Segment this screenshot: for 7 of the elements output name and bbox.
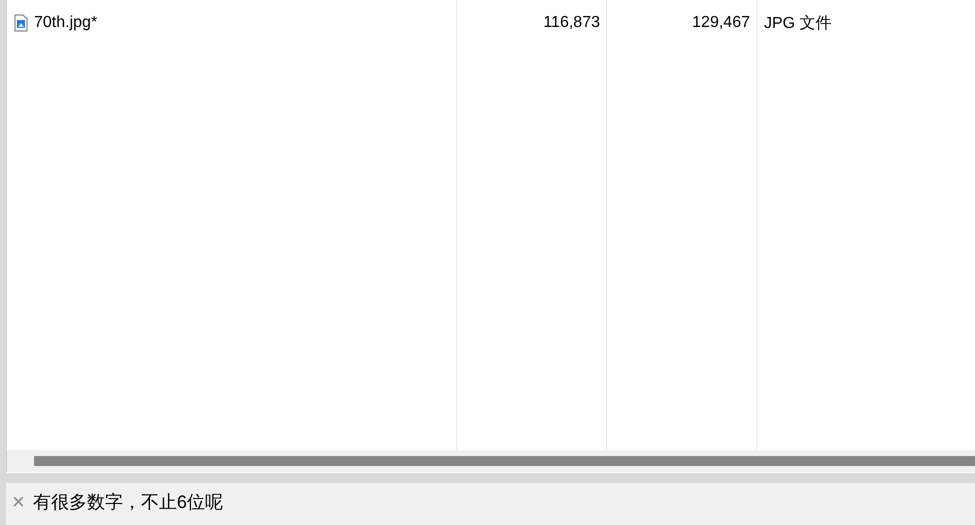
- compressed-size: 116,873: [543, 14, 600, 31]
- file-type: JPG 文件: [764, 14, 832, 32]
- file-name[interactable]: 70th.jpg*: [34, 14, 98, 32]
- comment-text: 有很多数字，不止6位呢: [32, 491, 223, 514]
- image-file-icon: [14, 14, 28, 32]
- scrollbar-thumb[interactable]: [34, 456, 975, 466]
- original-size: 129,467: [692, 14, 750, 31]
